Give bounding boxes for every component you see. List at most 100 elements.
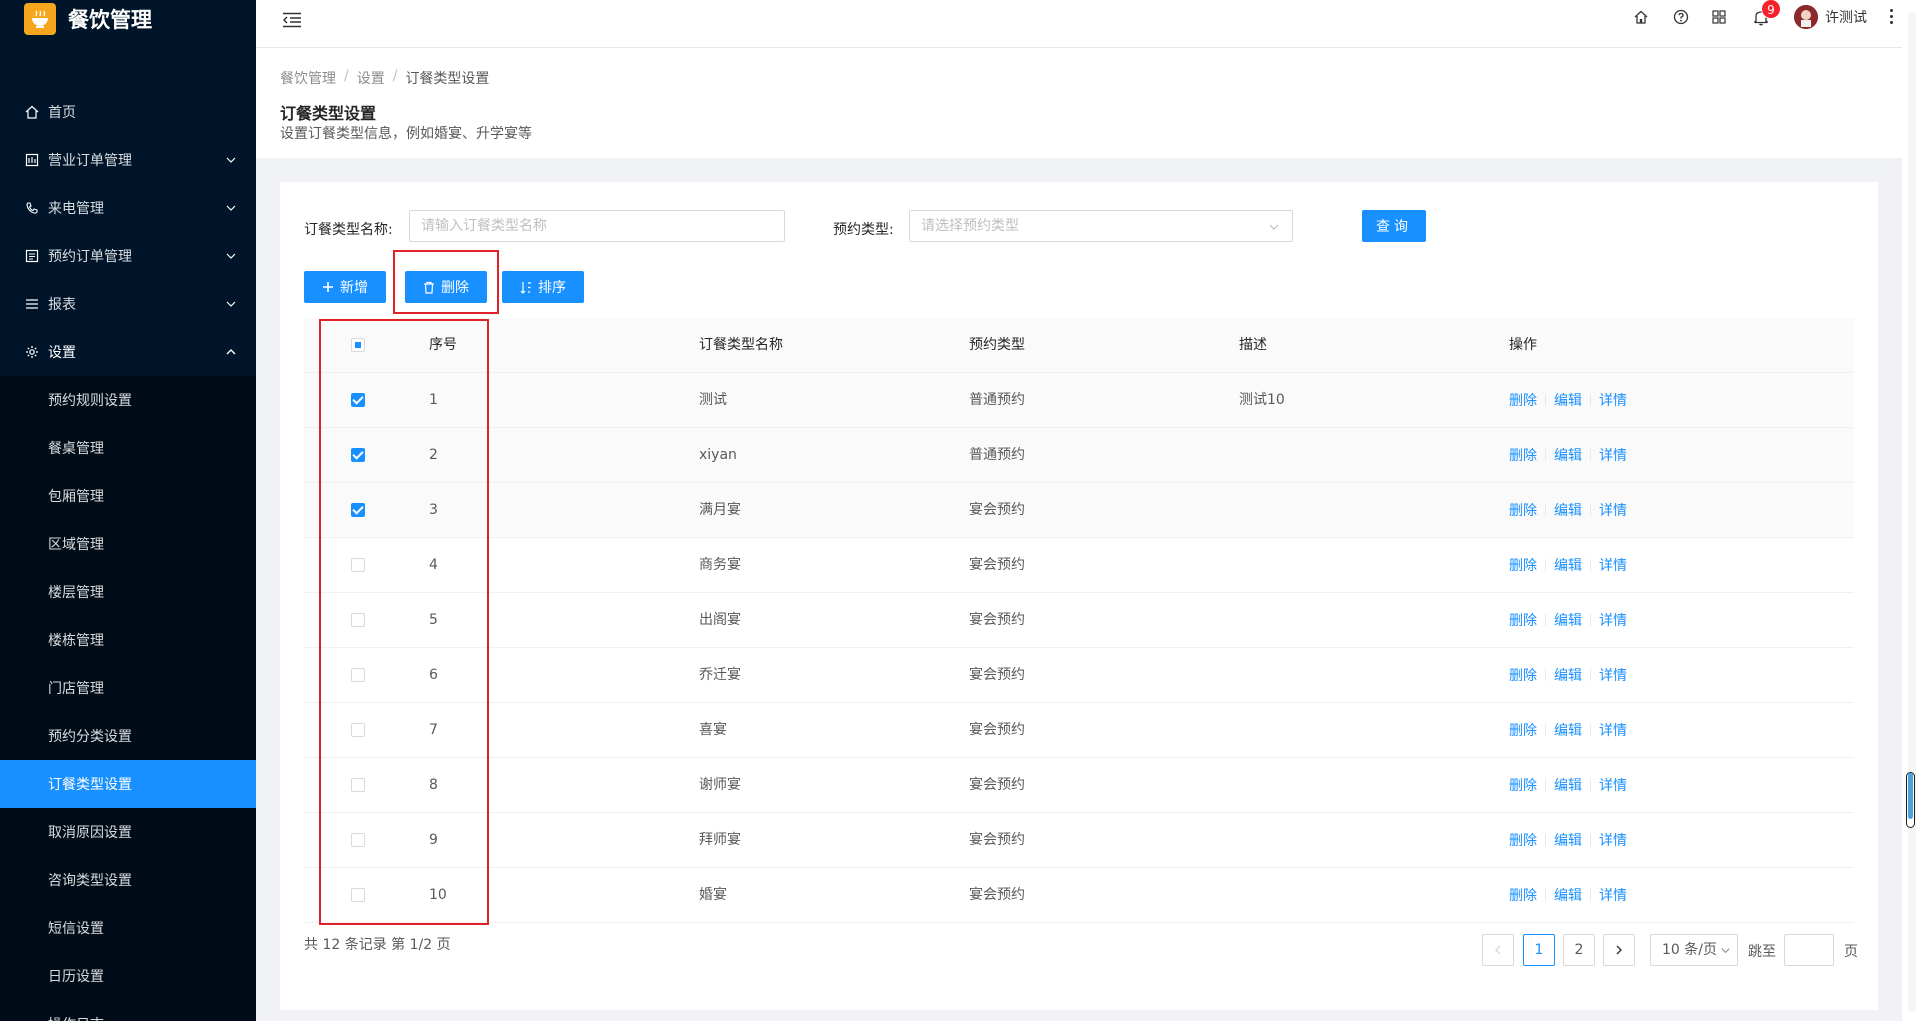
page-button-1[interactable]: 1	[1523, 934, 1555, 966]
row-checkbox[interactable]	[351, 558, 365, 572]
row-delete-link[interactable]: 删除	[1509, 885, 1537, 905]
row-delete-link[interactable]: 删除	[1509, 610, 1537, 630]
row-delete-link[interactable]: 删除	[1509, 665, 1537, 685]
next-page-button[interactable]	[1603, 934, 1635, 966]
row-edit-link[interactable]: 编辑	[1554, 390, 1582, 410]
cell-index: 9	[429, 832, 438, 848]
table-row[interactable]: 1 测试 普通预约 测试10 删除 编辑 详情	[304, 373, 1854, 428]
page-scrollbar[interactable]	[1902, 0, 1920, 1021]
home-icon[interactable]	[1632, 8, 1650, 26]
sidebar-item-private-rooms[interactable]: 包厢管理	[0, 472, 256, 520]
bell-icon[interactable]: 9	[1752, 0, 1781, 26]
row-detail-link[interactable]: 详情	[1599, 500, 1627, 520]
table-row[interactable]: 3 满月宴 宴会预约 删除 编辑 详情	[304, 483, 1854, 538]
row-checkbox[interactable]	[351, 723, 365, 737]
logo-icon	[24, 3, 56, 35]
sidebar-item-floors[interactable]: 楼层管理	[0, 568, 256, 616]
page-size-select[interactable]: 10 条/页	[1650, 934, 1738, 966]
table-row[interactable]: 5 出阁宴 宴会预约 删除 编辑 详情	[304, 593, 1854, 648]
scrollbar-thumb[interactable]	[1906, 772, 1915, 828]
row-edit-link[interactable]: 编辑	[1554, 500, 1582, 520]
user-menu[interactable]: 许测试	[1794, 4, 1867, 30]
row-delete-link[interactable]: 删除	[1509, 555, 1537, 575]
table-body: 1 测试 普通预约 测试10 删除 编辑 详情 2 xiyan 普通预约 删除 编辑 详情 3 满月宴 宴会预…	[304, 373, 1854, 923]
row-edit-link[interactable]: 编辑	[1554, 885, 1582, 905]
sidebar-item-stores[interactable]: 门店管理	[0, 664, 256, 712]
row-edit-link[interactable]: 编辑	[1554, 830, 1582, 850]
sidebar-item-reports[interactable]: 报表	[0, 280, 256, 328]
table-row[interactable]: 7 喜宴 宴会预约 删除 编辑 详情	[304, 703, 1854, 758]
row-edit-link[interactable]: 编辑	[1554, 720, 1582, 740]
page-button-2[interactable]: 2	[1563, 934, 1595, 966]
row-checkbox[interactable]	[351, 393, 365, 407]
row-edit-link[interactable]: 编辑	[1554, 775, 1582, 795]
row-detail-link[interactable]: 详情	[1599, 445, 1627, 465]
more-vertical-icon[interactable]	[1884, 6, 1898, 26]
row-checkbox[interactable]	[351, 888, 365, 902]
menu-fold-icon[interactable]	[280, 8, 304, 32]
select-all-checkbox[interactable]	[351, 338, 365, 352]
row-checkbox[interactable]	[351, 833, 365, 847]
sidebar-item-home[interactable]: 首页	[0, 88, 256, 136]
row-detail-link[interactable]: 详情	[1599, 830, 1627, 850]
sidebar-item-tables[interactable]: 餐桌管理	[0, 424, 256, 472]
row-delete-link[interactable]: 删除	[1509, 775, 1537, 795]
table-row[interactable]: 9 拜师宴 宴会预约 删除 编辑 详情	[304, 813, 1854, 868]
row-detail-link[interactable]: 详情	[1599, 555, 1627, 575]
query-button[interactable]: 查询	[1362, 210, 1426, 242]
row-delete-link[interactable]: 删除	[1509, 720, 1537, 740]
help-icon[interactable]	[1672, 8, 1690, 26]
row-delete-link[interactable]: 删除	[1509, 445, 1537, 465]
sidebar-item-sms[interactable]: 短信设置	[0, 904, 256, 952]
row-delete-link[interactable]: 删除	[1509, 500, 1537, 520]
row-delete-link[interactable]: 删除	[1509, 830, 1537, 850]
sidebar-item-business-orders[interactable]: 营业订单管理	[0, 136, 256, 184]
cell-name: 乔迁宴	[699, 667, 741, 683]
sidebar-item-operation-log[interactable]: 操作日志	[0, 1000, 256, 1021]
meal-type-name-input[interactable]: 请输入订餐类型名称	[409, 210, 785, 242]
table-row[interactable]: 4 商务宴 宴会预约 删除 编辑 详情	[304, 538, 1854, 593]
row-edit-link[interactable]: 编辑	[1554, 445, 1582, 465]
table-row[interactable]: 2 xiyan 普通预约 删除 编辑 详情	[304, 428, 1854, 483]
sidebar-item-label: 首页	[48, 105, 76, 121]
prev-page-button[interactable]	[1482, 934, 1514, 966]
row-edit-link[interactable]: 编辑	[1554, 665, 1582, 685]
row-checkbox[interactable]	[351, 613, 365, 627]
table-row[interactable]: 10 婚宴 宴会预约 删除 编辑 详情	[304, 868, 1854, 923]
sidebar-item-areas[interactable]: 区域管理	[0, 520, 256, 568]
row-detail-link[interactable]: 详情	[1599, 775, 1627, 795]
add-button[interactable]: 新增	[304, 271, 386, 303]
row-checkbox[interactable]	[351, 778, 365, 792]
row-delete-link[interactable]: 删除	[1509, 390, 1537, 410]
row-edit-link[interactable]: 编辑	[1554, 610, 1582, 630]
row-checkbox[interactable]	[351, 448, 365, 462]
sidebar-item-settings[interactable]: 设置	[0, 328, 256, 376]
sort-button[interactable]: 排序	[502, 271, 584, 303]
sidebar-item-calls[interactable]: 来电管理	[0, 184, 256, 232]
table-row[interactable]: 8 谢师宴 宴会预约 删除 编辑 详情	[304, 758, 1854, 813]
sidebar-item-inquiry-types[interactable]: 咨询类型设置	[0, 856, 256, 904]
sidebar-item-calendar[interactable]: 日历设置	[0, 952, 256, 1000]
row-edit-link[interactable]: 编辑	[1554, 555, 1582, 575]
sidebar-item-cancel-reasons[interactable]: 取消原因设置	[0, 808, 256, 856]
row-checkbox[interactable]	[351, 503, 365, 517]
row-detail-link[interactable]: 详情	[1599, 885, 1627, 905]
sidebar-item-reservation-orders[interactable]: 预约订单管理	[0, 232, 256, 280]
reservation-type-select[interactable]: 请选择预约类型	[909, 210, 1293, 242]
breadcrumb-item[interactable]: 设置	[357, 68, 385, 88]
row-detail-link[interactable]: 详情	[1599, 390, 1627, 410]
apps-icon[interactable]	[1710, 8, 1728, 26]
row-detail-link[interactable]: 详情	[1599, 720, 1627, 740]
row-detail-link[interactable]: 详情	[1599, 610, 1627, 630]
sidebar-item-reservation-categories[interactable]: 预约分类设置	[0, 712, 256, 760]
sidebar-item-meal-types[interactable]: 订餐类型设置	[0, 760, 256, 808]
jump-page-input[interactable]	[1784, 934, 1834, 966]
row-checkbox[interactable]	[351, 668, 365, 682]
breadcrumb-item[interactable]: 餐饮管理	[280, 68, 336, 88]
sidebar-item-buildings[interactable]: 楼栋管理	[0, 616, 256, 664]
sidebar-item-reservation-rules[interactable]: 预约规则设置	[0, 376, 256, 424]
table-row[interactable]: 6 乔迁宴 宴会预约 删除 编辑 详情	[304, 648, 1854, 703]
delete-button[interactable]: 删除	[405, 271, 487, 303]
chevron-left-icon	[1495, 945, 1501, 955]
row-detail-link[interactable]: 详情	[1599, 665, 1627, 685]
